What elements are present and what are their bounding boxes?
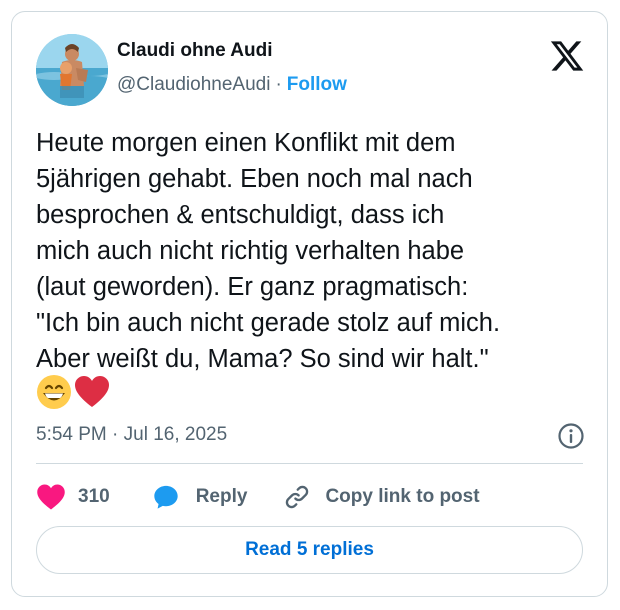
info-icon[interactable] xyxy=(557,422,585,450)
separator-dot: · xyxy=(275,74,282,95)
tweet-card: Claudi ohne Audi @ClaudiohneAudi · Follow … xyxy=(11,11,608,597)
red-heart-emoji xyxy=(75,376,109,407)
heart-icon xyxy=(37,484,65,510)
author-name[interactable]: Claudi ohne Audi xyxy=(117,40,273,62)
grinning-face-emoji xyxy=(37,375,71,409)
tweet-text: Heute morgen einen Konflikt mit dem 5jäh… xyxy=(36,129,501,373)
follow-link[interactable]: Follow xyxy=(287,74,347,95)
like-count: 310 xyxy=(78,486,110,507)
divider xyxy=(36,463,583,464)
action-bar: 310 Reply Copy link to post xyxy=(36,482,480,512)
author-handle-row: @ClaudiohneAudi · Follow xyxy=(117,74,347,96)
avatar-image xyxy=(36,34,108,106)
link-icon xyxy=(286,485,309,509)
author-avatar[interactable] xyxy=(36,34,108,106)
reply-bubble-icon xyxy=(154,485,178,509)
x-logo-icon[interactable] xyxy=(549,38,585,74)
reply-label: Reply xyxy=(195,486,248,507)
tweet-timestamp[interactable]: 5:54 PM · Jul 16, 2025 xyxy=(36,424,227,446)
tweet-emojis xyxy=(36,374,110,410)
copy-link-button[interactable]: Copy link to post xyxy=(283,483,480,511)
copy-link-label: Copy link to post xyxy=(325,486,480,507)
read-replies-button[interactable]: Read 5 replies xyxy=(36,526,583,574)
author-handle[interactable]: @ClaudiohneAudi xyxy=(117,74,270,95)
like-button[interactable]: 310 xyxy=(36,483,110,511)
reply-button[interactable]: Reply xyxy=(152,483,248,511)
